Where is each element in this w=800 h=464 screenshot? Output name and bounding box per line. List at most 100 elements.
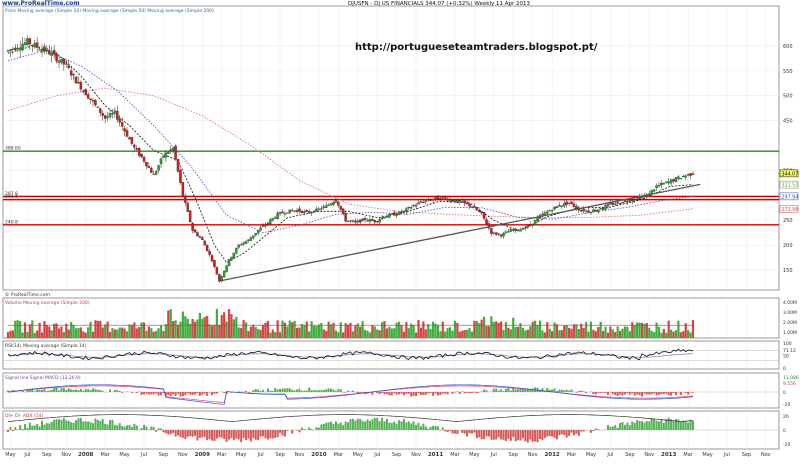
candle-body xyxy=(308,211,310,213)
x-tick-label: Nov xyxy=(761,452,771,458)
adx-di-bar xyxy=(629,425,631,430)
volume-bar xyxy=(568,328,570,338)
macd-histogram-bar xyxy=(670,392,672,396)
adx-di-bar xyxy=(517,430,519,440)
macd-histogram-bar xyxy=(393,392,395,393)
candle-body xyxy=(233,253,235,258)
candle-body xyxy=(352,221,354,222)
adx-di-bar xyxy=(75,420,77,430)
volume-bar xyxy=(328,322,330,338)
macd-histogram-bar xyxy=(456,391,458,392)
macd-histogram-bar xyxy=(660,392,662,394)
chart-stage: MayJulSepNov2008MarMayJulSepNov2009MarMa… xyxy=(0,0,800,460)
volume-bar xyxy=(515,327,517,338)
macd-histogram-bar xyxy=(673,392,675,393)
adx-di-bar xyxy=(80,418,82,430)
candle-body xyxy=(442,197,444,198)
volume-bar xyxy=(434,324,436,338)
candle-body xyxy=(19,48,21,50)
adx-di-bar xyxy=(320,424,322,430)
macd-histogram-bar xyxy=(46,391,48,392)
macd-histogram-bar xyxy=(563,390,565,392)
volume-bar xyxy=(36,331,38,338)
macd-histogram-bar xyxy=(352,391,354,392)
adx-di-bar xyxy=(238,430,240,439)
adx-di-bar xyxy=(512,430,514,437)
macd-histogram-bar xyxy=(294,390,296,392)
candle-body xyxy=(262,226,264,227)
volume-bar xyxy=(43,321,45,338)
volume-bar xyxy=(277,320,279,338)
adx-di-bar xyxy=(296,430,298,431)
candle-body xyxy=(447,199,449,201)
candle-body xyxy=(311,212,313,213)
candle-body xyxy=(260,228,262,230)
macd-histogram-bar xyxy=(391,392,393,395)
macd-histogram-bar xyxy=(277,389,279,392)
adx-di-bar xyxy=(267,430,269,439)
candle-body xyxy=(26,39,28,45)
volume-bar xyxy=(182,312,184,338)
volume-bar xyxy=(206,316,208,338)
adx-di-bar xyxy=(583,430,585,431)
volume-bar xyxy=(653,332,655,338)
candle-body xyxy=(21,44,23,50)
adx-di-bar xyxy=(410,423,412,430)
candle-body xyxy=(306,210,308,212)
macd-histogram-bar xyxy=(39,390,41,392)
adx-di-bar xyxy=(218,430,220,437)
macd-histogram-bar xyxy=(566,390,568,392)
adx-di-bar xyxy=(277,430,279,437)
adx-di-bar xyxy=(104,424,106,430)
candle-body xyxy=(364,218,366,220)
volume-bar xyxy=(483,317,485,338)
volume-bar xyxy=(311,321,313,338)
macd-histogram-bar xyxy=(631,392,633,393)
macd-histogram-bar xyxy=(444,392,446,394)
volume-bar xyxy=(286,326,288,338)
candle-body xyxy=(422,202,424,203)
candle-body xyxy=(430,200,432,201)
macd-histogram-bar xyxy=(58,391,60,392)
adx-di-bar xyxy=(247,430,249,439)
x-tick-label: 2011 xyxy=(428,452,443,458)
adx-di-bar xyxy=(77,418,79,430)
candle-body xyxy=(291,210,293,211)
macd-histogram-bar xyxy=(315,390,317,392)
volume-bar xyxy=(430,329,432,338)
adx-di-bar xyxy=(524,430,526,441)
macd-axis-label: 11.086 xyxy=(783,375,799,381)
macd-histogram-bar xyxy=(216,392,218,394)
candle-body xyxy=(476,207,478,210)
macd-histogram-bar xyxy=(690,392,692,393)
macd-histogram-bar xyxy=(199,392,201,396)
candle-body xyxy=(515,229,517,231)
volume-bar xyxy=(7,332,9,338)
volume-bar xyxy=(72,325,74,338)
volume-bar xyxy=(104,324,106,338)
volume-bar xyxy=(14,321,16,338)
volume-bar xyxy=(323,329,325,338)
volume-bar xyxy=(437,325,439,338)
macd-histogram-bar xyxy=(340,389,342,392)
macd-histogram-bar xyxy=(99,390,101,392)
candle-body xyxy=(617,202,619,203)
macd-histogram-bar xyxy=(82,391,84,392)
adx-di-bar xyxy=(143,425,145,430)
adx-di-bar xyxy=(26,428,28,430)
adx-di-bar xyxy=(199,430,201,438)
candle-body xyxy=(541,214,543,215)
candle-body xyxy=(206,245,208,251)
adx-di-bar xyxy=(405,423,407,430)
macd-histogram-bar xyxy=(583,391,585,392)
volume-bar xyxy=(94,320,96,338)
adx-di-bar xyxy=(308,428,310,430)
volume-bar xyxy=(417,320,419,338)
macd-histogram-bar xyxy=(476,392,478,393)
candle-body xyxy=(597,210,599,212)
macd-histogram-bar xyxy=(291,390,293,392)
y-tick-label: 500 xyxy=(783,94,793,100)
adx-di-bar xyxy=(614,425,616,430)
x-tick-label: Nov xyxy=(528,452,538,458)
candle-body xyxy=(388,214,390,217)
